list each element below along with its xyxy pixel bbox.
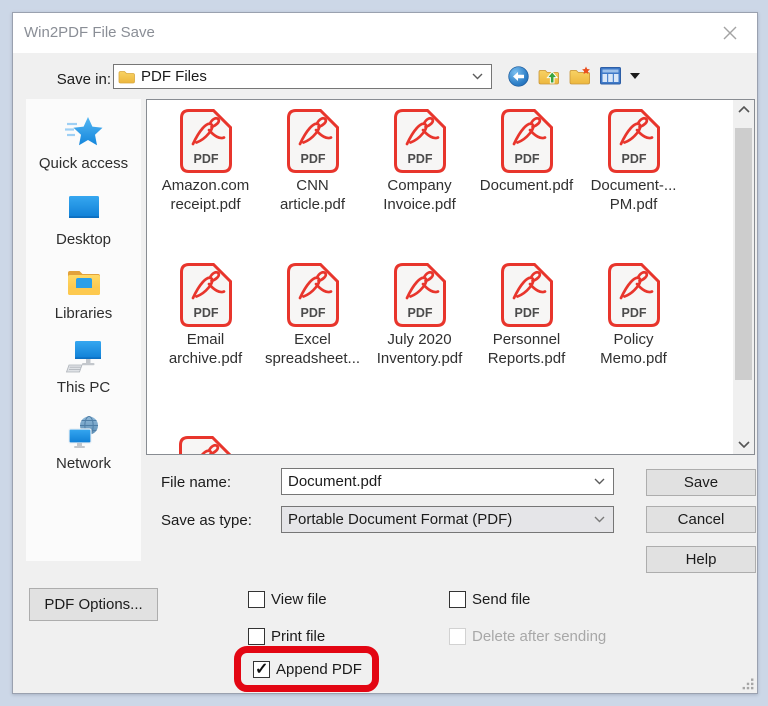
scroll-down-arrow-icon[interactable] [733, 435, 754, 454]
checkbox-icon[interactable] [449, 591, 466, 608]
close-icon [723, 26, 737, 40]
svg-text:PDF: PDF [621, 306, 646, 320]
svg-text:PDF: PDF [407, 306, 432, 320]
append-pdf-checkbox[interactable]: Append PDF [253, 659, 362, 679]
file-item-email-archive[interactable]: PDF Email archive.pdf [152, 263, 259, 368]
save-in-value: PDF Files [141, 68, 207, 85]
chevron-down-icon[interactable] [594, 516, 605, 523]
checkbox-icon[interactable] [248, 628, 265, 645]
quick-access-star-icon [64, 111, 103, 153]
save-as-type-label: Save as type: [161, 512, 252, 529]
file-name-text: Excel spreadsheet... [264, 331, 361, 367]
file-name-text: Personnel Reports.pdf [487, 331, 566, 367]
file-name-combobox[interactable] [281, 468, 614, 495]
file-item-policy-memo[interactable]: PDF Policy Memo.pdf [580, 263, 687, 368]
win2pdf-file-save-dialog: Win2PDF File Save Save in: PDF Files Qui… [12, 12, 758, 694]
file-item-company-invoice[interactable]: PDF Company Invoice.pdf [366, 109, 473, 214]
chevron-down-icon[interactable] [472, 73, 483, 80]
network-globe-icon [65, 411, 103, 453]
pdf-file-icon: PDF [607, 109, 660, 173]
resize-grip-icon[interactable] [742, 678, 754, 690]
up-one-level-icon[interactable] [538, 66, 560, 86]
checkbox-icon[interactable] [248, 591, 265, 608]
pdf-file-icon: PDF [286, 263, 339, 327]
view-file-checkbox[interactable]: View file [248, 591, 327, 608]
pdf-file-icon: PDF [393, 263, 446, 327]
view-menu-icon[interactable] [600, 67, 621, 85]
create-new-folder-icon[interactable] [569, 66, 591, 86]
save-in-combobox[interactable]: PDF Files [113, 64, 492, 89]
pdf-file-icon: PDF [286, 109, 339, 173]
svg-text:PDF: PDF [300, 306, 325, 320]
window-title: Win2PDF File Save [24, 24, 155, 41]
file-list-row-2: PDF Email archive.pdf PDF Excel spreadshee… [152, 263, 734, 368]
scroll-up-arrow-icon[interactable] [733, 100, 754, 119]
delete-after-sending-checkbox: Delete after sending [449, 628, 606, 645]
folder-icon [118, 70, 135, 83]
libraries-folder-icon [66, 261, 102, 303]
scrollbar-thumb[interactable] [735, 128, 752, 380]
view-menu-caret-icon[interactable] [630, 73, 640, 79]
svg-text:PDF: PDF [621, 152, 646, 166]
pdf-file-icon: PDF [500, 263, 553, 327]
vertical-scrollbar[interactable] [733, 100, 754, 454]
sidebar-item-quick-access[interactable]: Quick access [26, 111, 141, 172]
svg-text:PDF: PDF [193, 306, 218, 320]
chevron-down-icon[interactable] [594, 478, 605, 485]
file-name-input[interactable] [282, 473, 594, 490]
send-file-checkbox[interactable]: Send file [449, 591, 530, 608]
titlebar[interactable]: Win2PDF File Save [13, 13, 757, 53]
sidebar-item-libraries[interactable]: Libraries [26, 261, 141, 322]
file-name-text: CNN article.pdf [279, 177, 346, 213]
file-item-amazon-receipt[interactable]: PDF Amazon.com receipt.pdf [152, 109, 259, 214]
svg-text:PDF: PDF [300, 152, 325, 166]
svg-text:PDF: PDF [514, 152, 539, 166]
file-name-text: Document-... PM.pdf [590, 177, 677, 213]
print-file-checkbox[interactable]: Print file [248, 628, 325, 645]
sidebar-item-this-pc[interactable]: This PC [26, 335, 141, 396]
checkbox-checked-icon[interactable] [253, 659, 270, 679]
file-list-row-1: PDF Amazon.com receipt.pdf PDF CNN article… [152, 109, 734, 214]
sidebar-item-network[interactable]: Network [26, 411, 141, 472]
back-icon[interactable] [508, 65, 529, 87]
cancel-button[interactable]: Cancel [646, 506, 756, 533]
pdf-file-icon: PDF [179, 109, 232, 173]
pdf-file-icon-partial [179, 436, 231, 454]
file-name-text: Email archive.pdf [168, 331, 243, 367]
file-name-text: Amazon.com receipt.pdf [161, 177, 250, 213]
file-item-personnel-reports[interactable]: PDF Personnel Reports.pdf [473, 263, 580, 368]
this-pc-computer-icon [65, 335, 103, 377]
sidebar-item-desktop[interactable]: Desktop [26, 187, 141, 248]
file-item-july-inventory[interactable]: PDF July 2020 Inventory.pdf [366, 263, 473, 368]
svg-text:PDF: PDF [407, 152, 432, 166]
close-button[interactable] [709, 13, 751, 53]
save-in-label: Save in: [56, 71, 111, 88]
file-name-text: Company Invoice.pdf [383, 177, 456, 213]
file-item-document[interactable]: PDF Document.pdf [473, 109, 580, 214]
file-name-text: Document.pdf [479, 177, 574, 194]
checkbox-icon [449, 628, 466, 645]
save-as-type-value: Portable Document Format (PDF) [288, 511, 513, 528]
file-list[interactable]: PDF Amazon.com receipt.pdf PDF CNN article… [146, 99, 755, 455]
help-button[interactable]: Help [646, 546, 756, 573]
desktop-monitor-icon [66, 187, 102, 229]
file-name-text: Policy Memo.pdf [600, 331, 667, 367]
places-sidebar: Quick access Desktop Libraries This PC N… [26, 99, 141, 561]
svg-text:PDF: PDF [193, 152, 218, 166]
pdf-file-icon: PDF [179, 263, 232, 327]
file-name-label: File name: [161, 474, 232, 491]
save-as-type-combobox[interactable]: Portable Document Format (PDF) [281, 506, 614, 533]
pdf-file-icon: PDF [607, 263, 660, 327]
file-item-document-pm[interactable]: PDF Document-... PM.pdf [580, 109, 687, 214]
file-item-cnn-article[interactable]: PDF CNN article.pdf [259, 109, 366, 214]
folder-nav-toolbar [508, 65, 640, 87]
file-item-excel-spreadsheet[interactable]: PDF Excel spreadsheet... [259, 263, 366, 368]
pdf-file-icon: PDF [393, 109, 446, 173]
save-button[interactable]: Save [646, 469, 756, 496]
pdf-options-button[interactable]: PDF Options... [29, 588, 158, 621]
svg-text:PDF: PDF [514, 306, 539, 320]
pdf-file-icon: PDF [500, 109, 553, 173]
file-name-text: July 2020 Inventory.pdf [376, 331, 463, 367]
screenshot-stage: Win2PDF File Save Save in: PDF Files Qui… [0, 0, 768, 706]
